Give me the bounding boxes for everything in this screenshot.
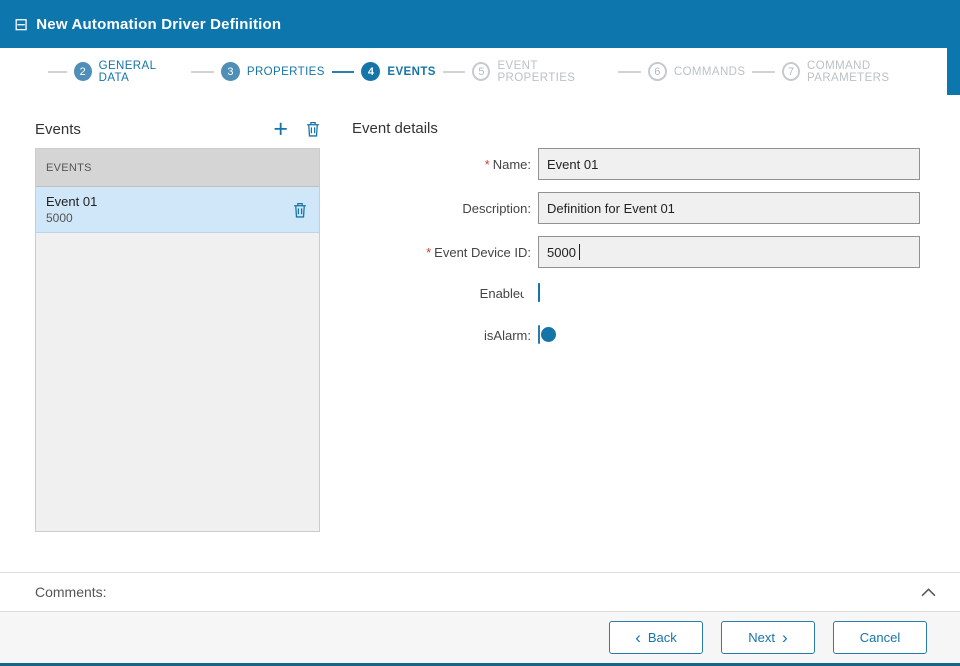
step-number: 2	[74, 62, 92, 81]
event-name: Event 01	[46, 194, 293, 209]
is-alarm-label-text: isAlarm:	[484, 328, 531, 343]
events-list: EVENTS Event 01 5000	[35, 148, 320, 532]
event-device-id: 5000	[46, 211, 293, 225]
name-label: *Name:	[352, 157, 538, 172]
back-button[interactable]: ‹ Back	[609, 621, 703, 654]
is-alarm-toggle-wrap	[538, 326, 920, 344]
description-field-wrap	[538, 192, 920, 224]
step-connector	[332, 71, 355, 73]
step-number: 3	[221, 62, 240, 81]
window-icon: ⊟	[14, 16, 28, 33]
events-panel-header: Events +	[35, 116, 320, 142]
description-input[interactable]	[538, 192, 920, 224]
cancel-button-label: Cancel	[860, 630, 900, 645]
chevron-left-icon: ‹	[635, 629, 641, 646]
step-connector	[752, 71, 775, 73]
page-title: New Automation Driver Definition	[36, 16, 281, 33]
comments-bar: Comments:	[0, 572, 960, 611]
step-event-properties[interactable]: 5 EVENT PROPERTIES	[472, 60, 611, 84]
enabled-row: Enabled:	[352, 280, 927, 306]
event-details-form: *Name: Description: *Event Device ID: En…	[352, 148, 927, 364]
device-id-field-wrap	[538, 236, 920, 268]
list-item-event-01[interactable]: Event 01 5000	[36, 187, 319, 233]
step-command-parameters[interactable]: 7 COMMAND PARAMETERS	[782, 60, 947, 84]
name-field-wrap	[538, 148, 920, 180]
events-panel-title: Events	[35, 121, 273, 138]
text-caret	[579, 244, 580, 260]
device-id-row: *Event Device ID:	[352, 236, 927, 268]
chevron-up-icon	[921, 588, 936, 597]
add-event-button[interactable]: +	[273, 119, 288, 139]
wizard-stepper: 2 GENERAL DATA 3 PROPERTIES 4 EVENTS 5 E…	[0, 48, 947, 95]
next-button-label: Next	[748, 630, 775, 645]
chevron-right-icon: ›	[782, 629, 788, 646]
step-number: 5	[472, 62, 490, 81]
step-label: EVENTS	[387, 66, 435, 78]
footer-bar: ‹ Back Next › Cancel	[0, 611, 960, 663]
delete-event-button[interactable]	[306, 121, 320, 137]
list-item-text: Event 01 5000	[46, 194, 293, 225]
device-id-label: *Event Device ID:	[352, 245, 538, 260]
name-row: *Name:	[352, 148, 927, 180]
step-properties[interactable]: 3 PROPERTIES	[221, 62, 325, 81]
step-number: 7	[782, 62, 800, 81]
toggle-knob	[541, 327, 556, 342]
required-marker: *	[426, 245, 431, 260]
cancel-button[interactable]: Cancel	[833, 621, 927, 654]
delete-row-button[interactable]	[293, 202, 307, 218]
header-right-strip	[947, 48, 960, 95]
toggle-knob	[522, 285, 537, 300]
back-button-label: Back	[648, 630, 677, 645]
step-general-data[interactable]: 2 GENERAL DATA	[74, 60, 185, 84]
step-commands[interactable]: 6 COMMANDS	[648, 62, 746, 81]
next-button[interactable]: Next ›	[721, 621, 815, 654]
step-number: 4	[361, 62, 380, 81]
comments-label: Comments:	[35, 584, 921, 600]
window-header: ⊟ New Automation Driver Definition	[0, 0, 960, 48]
is-alarm-row: isAlarm:	[352, 322, 927, 348]
trash-icon	[293, 202, 307, 218]
description-label: Description:	[352, 201, 538, 216]
event-details-title: Event details	[352, 120, 438, 137]
description-row: Description:	[352, 192, 927, 224]
trash-icon	[306, 121, 320, 137]
step-label: EVENT PROPERTIES	[497, 60, 611, 84]
device-id-label-text: Event Device ID:	[434, 245, 531, 260]
events-list-header: EVENTS	[36, 149, 319, 187]
device-id-input[interactable]	[538, 236, 920, 268]
required-marker: *	[485, 157, 490, 172]
step-connector	[191, 71, 214, 73]
collapse-comments-button[interactable]	[921, 588, 936, 597]
step-label: COMMAND PARAMETERS	[807, 60, 947, 84]
enabled-toggle[interactable]	[538, 283, 540, 302]
step-label: PROPERTIES	[247, 66, 325, 78]
step-number: 6	[648, 62, 667, 81]
name-label-text: Name:	[493, 157, 531, 172]
step-label: GENERAL DATA	[99, 60, 185, 84]
description-label-text: Description:	[462, 201, 531, 216]
enabled-label: Enabled:	[352, 286, 538, 301]
is-alarm-toggle[interactable]	[538, 325, 540, 344]
step-connector	[443, 71, 466, 73]
name-input[interactable]	[538, 148, 920, 180]
step-connector	[618, 71, 641, 73]
step-events[interactable]: 4 EVENTS	[361, 62, 435, 81]
enabled-toggle-wrap	[538, 284, 920, 302]
step-connector	[48, 71, 67, 73]
step-label: COMMANDS	[674, 66, 746, 78]
is-alarm-label: isAlarm:	[352, 328, 538, 343]
